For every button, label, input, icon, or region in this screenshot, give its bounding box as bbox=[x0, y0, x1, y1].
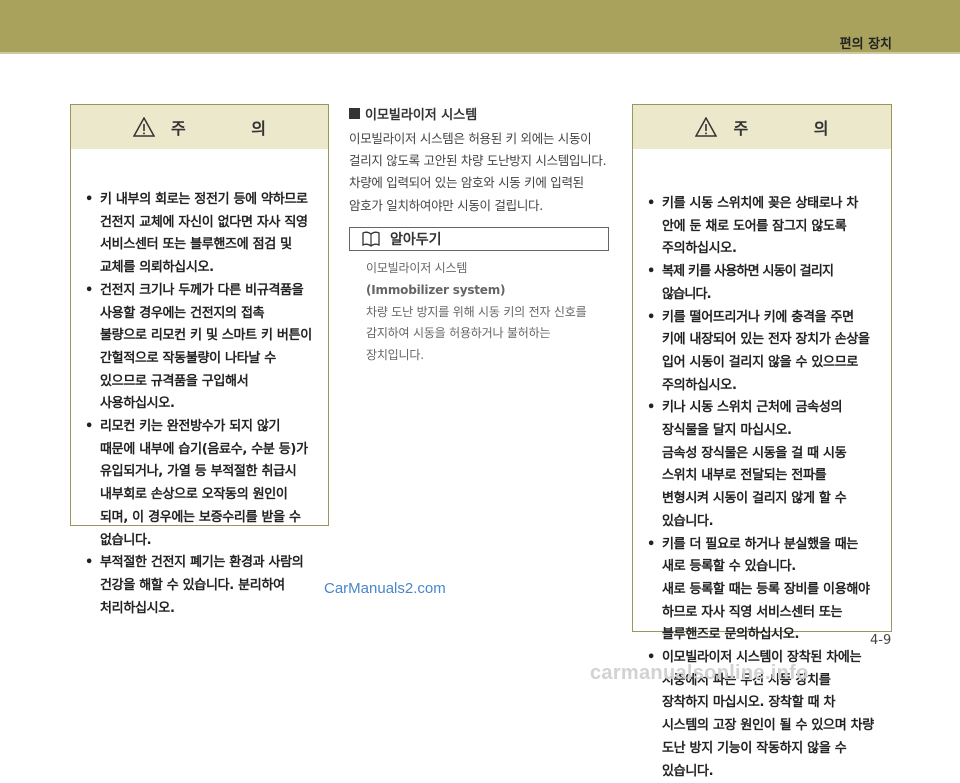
book-icon bbox=[362, 231, 380, 247]
bullet-icon: • bbox=[647, 196, 656, 211]
page-number: 4-9 bbox=[870, 633, 892, 648]
warning-triangle-icon bbox=[695, 117, 718, 137]
note-description: 차량 도난 방지를 위해 시동 키의 전자 신호를 감지하여 시동을 허용하거나… bbox=[366, 304, 587, 363]
bullet-icon: • bbox=[647, 309, 656, 325]
caution-title: 주 의 bbox=[170, 119, 296, 138]
list-item: • 건전지 크기나 두께가 다른 비규격품을 사용할 경우에는 건전지의 접촉 불… bbox=[83, 280, 314, 416]
note-header: 알아두기 bbox=[349, 227, 609, 251]
list-item-detail: 새로 등록할 때는 등록 장비를 이용해야 하므로 자사 직영 서비스센터 또는… bbox=[662, 581, 870, 643]
caution-box-left: 주 의 • 키 내부의 회로는 정전기 등에 약하므로 건전지 교체에 자신이 없… bbox=[70, 104, 329, 616]
bullet-icon: • bbox=[85, 555, 94, 571]
bullet-icon: • bbox=[647, 264, 655, 280]
list-item: • 키 내부의 회로는 정전기 등에 약하므로 건전지 교체에 자신이 없다면 자… bbox=[83, 189, 314, 280]
section-body: 이모빌라이저 시스템은 허용된 키 외에는 시동이 걸리지 않도록 고안된 차량… bbox=[349, 131, 607, 213]
list-item: • 키를 떨어뜨리거나 키에 충격을 주면 키에 내장되어 있는 전자 장치가 손… bbox=[645, 307, 877, 398]
section-heading: 이모빌라이저 시스템 bbox=[349, 104, 611, 123]
list-item: • 리모컨 키는 완전방수가 되지 않기 때문에 내부에 습기(음료수, 수분 등… bbox=[83, 416, 314, 552]
list-item: • 복제 키를 사용하면 시동이 걸리지 않습니다. bbox=[645, 261, 877, 306]
bullet-icon: • bbox=[647, 536, 656, 552]
header-rule bbox=[0, 52, 960, 54]
header-bar bbox=[0, 0, 960, 52]
caution-list: • 키 내부의 회로는 정전기 등에 약하므로 건전지 교체에 자신이 없다면 자… bbox=[71, 149, 328, 620]
bullet-icon: • bbox=[85, 192, 94, 207]
caution-title: 주 의 bbox=[733, 119, 859, 138]
list-item: • 부적절한 건전지 폐기는 환경과 사람의 건강을 해할 수 있습니다. 분리하… bbox=[83, 552, 314, 620]
note-term: 이모빌라이저 시스템 bbox=[366, 261, 468, 275]
immobilizer-section: 이모빌라이저 시스템 이모빌라이저 시스템은 허용된 키 외에는 시동이 걸리지… bbox=[349, 104, 611, 217]
square-bullet-icon bbox=[349, 107, 360, 119]
bullet-icon: • bbox=[647, 400, 656, 416]
note-term-english: (Immobilizer system) bbox=[366, 282, 506, 297]
section-title: 편의 장치 bbox=[839, 37, 892, 52]
list-item: • 키를 더 필요로 하거나 분실했을 때는 새로 등록할 수 있습니다. 새로 등… bbox=[645, 534, 877, 648]
caution-header: 주 의 bbox=[71, 105, 328, 149]
note-body: 이모빌라이저 시스템 (Immobilizer system) 차량 도난 방지… bbox=[366, 258, 601, 367]
caution-header: 주 의 bbox=[633, 105, 891, 149]
warning-triangle-icon bbox=[132, 117, 155, 137]
list-item: • 키를 시동 스위치에 꽂은 상태로나 차 안에 둔 채로 도어를 잠그지 않도… bbox=[645, 193, 877, 261]
bullet-icon: • bbox=[85, 282, 94, 298]
list-item-detail: 금속성 장식물은 시동을 걸 때 시동 스위치 내부로 전달되는 전파를 변형시… bbox=[662, 445, 847, 529]
watermark-link[interactable]: CarManuals2.com bbox=[324, 580, 446, 597]
list-item: • 키나 시동 스위치 근처에 금속성의 장식물을 달지 마십시오. 금속성 장식물… bbox=[645, 397, 877, 533]
caution-box-right: 주 의 • 키를 시동 스위치에 꽂은 상태로나 차 안에 둔 채로 도어를 잠그… bbox=[632, 104, 892, 779]
watermark-text: carmanualsonline.info bbox=[590, 662, 809, 684]
note-label: 알아두기 bbox=[390, 232, 442, 248]
caution-list: • 키를 시동 스위치에 꽂은 상태로나 차 안에 둔 채로 도어를 잠그지 않도… bbox=[633, 149, 891, 783]
bullet-icon: • bbox=[85, 419, 94, 435]
